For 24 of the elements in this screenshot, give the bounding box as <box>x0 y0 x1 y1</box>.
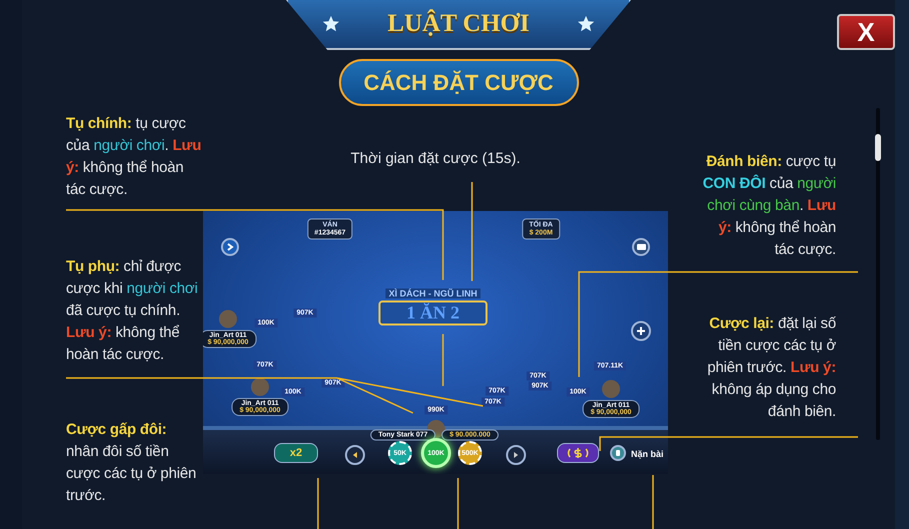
rebet-button[interactable] <box>557 443 599 463</box>
leader-line <box>652 475 654 529</box>
star-icon <box>322 15 340 33</box>
avatar-circle <box>219 310 237 328</box>
leader-line <box>317 478 319 529</box>
leader-line <box>457 478 459 529</box>
rule-text: Tụ phụ: chỉ được cược khi người chơi đã cược tụ chính. Lưu ý: không thể hoàn tác cược. <box>66 257 199 365</box>
section-title: CÁCH ĐẶT CƯỢC <box>338 59 578 106</box>
dialog-title: LUẬT CHƠI <box>388 10 530 38</box>
table-subtitle: XÌ DÁCH - NGŨ LINH <box>386 288 480 298</box>
close-button[interactable]: X <box>837 14 895 50</box>
avatar-circle <box>602 380 620 398</box>
rule-text: Cược gấp đôi: nhân đôi số tiền cược các tụ ở phiên trước. <box>66 420 198 506</box>
star-icon <box>577 15 596 33</box>
caption-text: Thời gian đặt cược (15s). <box>350 150 520 167</box>
dollar-icon <box>566 447 590 459</box>
rule-text: Cược lại: đặt lại số tiền cược các tụ ở phiên trước. Lưu ý: không áp dụng cho đánh biên. <box>706 314 836 422</box>
payout-ribbon: 1 ĂN 2 <box>378 300 488 326</box>
rule-text: Tụ chính: tụ cược của người chơi. Lưu ý: không thể hoàn tác cược. <box>66 114 202 200</box>
avatar-circle <box>251 378 269 396</box>
peek-label[interactable]: Nặn bài <box>631 449 664 459</box>
add-icon[interactable] <box>631 321 651 341</box>
rule-text: Đánh biên: cược tụ CON ĐÔI của người chơi cùng bàn. Lưu ý: không thể hoàn tác cược. <box>702 152 836 260</box>
double-bet-button[interactable]: x2 <box>274 443 318 463</box>
